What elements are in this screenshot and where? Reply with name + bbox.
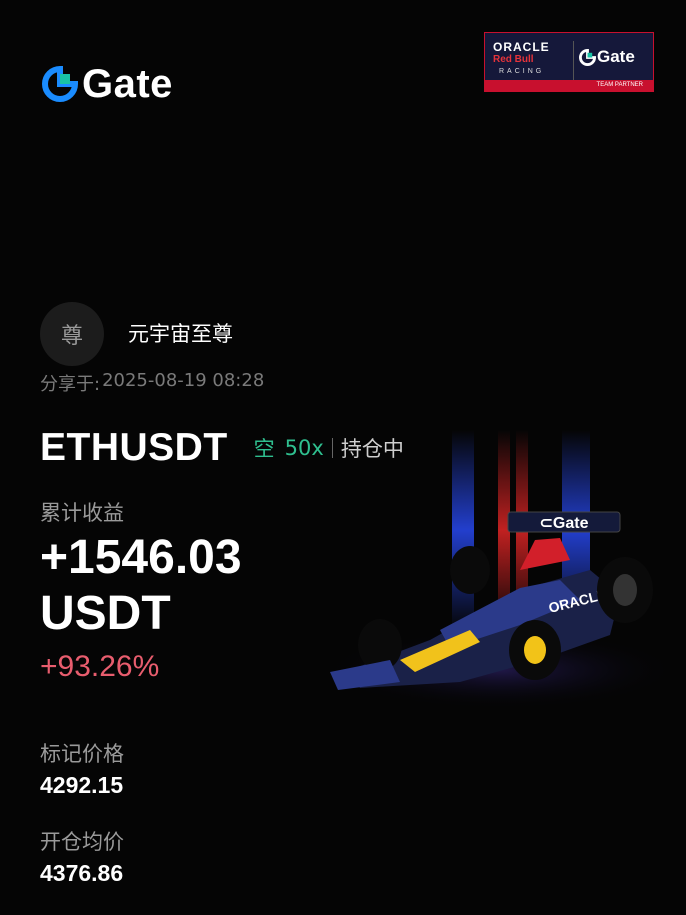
entry-price-label: 开仓均价 [40,830,124,854]
username: 元宇宙至尊 [128,322,233,346]
badge-divider [573,41,574,81]
gate-mini-icon [579,48,596,66]
trading-pair: ETHUSDT [40,426,228,469]
racing-wordmark: RACING [499,68,545,75]
gate-mini-text: Gate [597,47,635,66]
pnl-amount: +1546.03 [40,531,242,584]
pnl-currency: USDT [40,587,171,640]
cumulative-pnl-label: 累计收益 [40,501,124,525]
gate-mini-logo: Gate [579,47,635,67]
oracle-wordmark: ORACLE [493,40,550,54]
position-side: 空 [253,437,275,461]
gate-logo: Gate [42,64,173,104]
mark-price-label: 标记价格 [40,742,124,766]
gate-logo-icon [42,66,78,102]
share-line: 分享于: 2025-08-19 08:28 [40,370,264,396]
team-partner-label: TEAM PARTNER [485,80,653,91]
avatar: 尊 [40,302,104,366]
cumulative-pnl: +1546.03 USDT [40,530,242,642]
f1-car-illustration: ⊂Gate ORACLE [320,430,680,710]
svg-text:⊂Gate: ⊂Gate [540,515,589,532]
leverage: 50x [284,436,324,460]
red-bull-wordmark: Red Bull [493,54,534,65]
share-time: 2025-08-19 08:28 [102,370,265,391]
share-label: 分享于: [40,374,101,395]
team-partner-badge: ORACLE Red Bull RACING Gate TEAM PARTNER [484,32,654,92]
pnl-percent: +93.26% [40,650,160,683]
gate-logo-text: Gate [82,62,173,106]
mark-price-value: 4292.15 [40,772,124,798]
entry-price-value: 4376.86 [40,860,124,886]
